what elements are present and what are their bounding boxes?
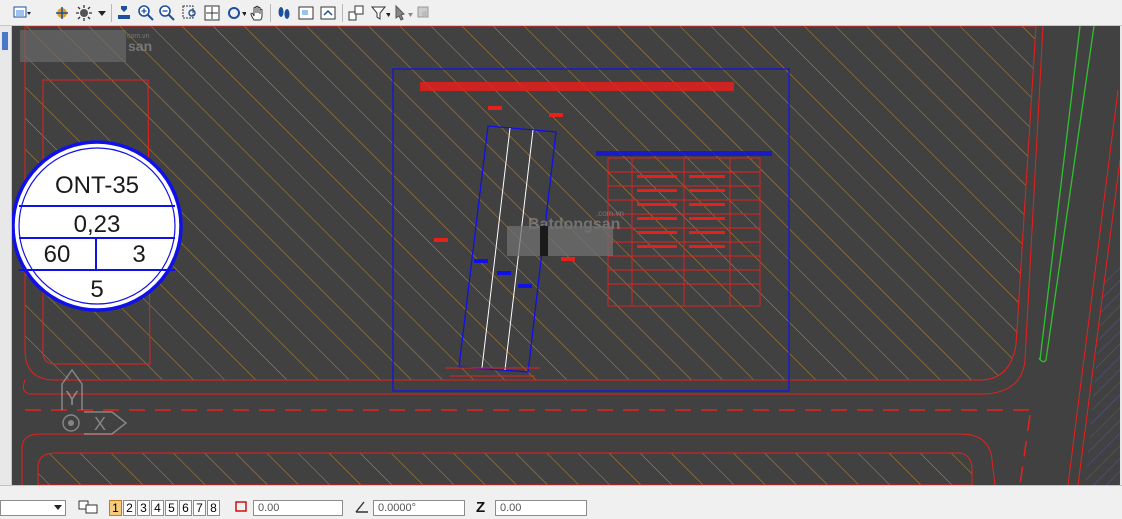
view-7-button[interactable]: 7: [193, 500, 206, 516]
corner-watermark: san: [128, 38, 152, 54]
parcel-bottom-value: 5: [90, 276, 103, 303]
plot-title-bar: [420, 82, 734, 91]
table-header: [596, 151, 772, 156]
views-icon[interactable]: [78, 500, 98, 514]
green-road-line-2: [1038, 26, 1095, 363]
axis-y-label: Y: [65, 388, 78, 410]
rotate-view-icon[interactable]: [226, 3, 246, 23]
blurred-logo: [507, 226, 613, 256]
view-attributes-icon[interactable]: [346, 3, 366, 23]
view-combo[interactable]: [0, 500, 66, 516]
status-bar: 1 2 3 4 5 6 7 8 0.00 0.0000° Z 0.00: [0, 485, 1122, 516]
corner-watermark-sub: com.vn: [127, 33, 150, 40]
distance-icon: [234, 500, 248, 514]
parcel-code: ONT-35: [55, 172, 139, 199]
green-road-line-1: [1039, 26, 1081, 361]
view-4-button[interactable]: 4: [151, 500, 164, 516]
layer-menu-icon[interactable]: [12, 3, 32, 23]
cad-viewport[interactable]: Batdongsan .com.vn san com.vn ONT-35 0,2…: [12, 26, 1120, 485]
lightbulb-icon[interactable]: [74, 3, 94, 23]
measure-icon[interactable]: [414, 3, 434, 23]
zoom-out-icon[interactable]: [157, 3, 177, 23]
parcel-left-value: 60: [44, 241, 71, 268]
pan-hand-icon[interactable]: [248, 3, 268, 23]
footprints-icon[interactable]: [274, 3, 294, 23]
parcel-label-circle: ONT-35 0,23 60 3 5: [12, 140, 183, 312]
z-label: Z: [476, 499, 486, 516]
left-ruler: [0, 26, 12, 485]
main-toolbar: [0, 0, 1122, 26]
lower-parcel: [37, 452, 973, 485]
angle-icon: [354, 500, 368, 514]
view-1-button[interactable]: 1: [109, 500, 122, 516]
z-field[interactable]: 0.00: [495, 500, 587, 516]
view-box-icon[interactable]: [296, 3, 316, 23]
zoom-window-icon[interactable]: [180, 3, 200, 23]
view-3-button[interactable]: 3: [137, 500, 150, 516]
parcel-area: 0,23: [74, 211, 121, 238]
view-5-button[interactable]: 5: [165, 500, 178, 516]
chevron-down-icon: [54, 505, 62, 510]
road-centerline-right: [1019, 414, 1031, 485]
right-hatched-area: [1085, 265, 1120, 485]
corner-watermark-blur: [20, 30, 126, 62]
fit-view-icon[interactable]: [202, 3, 222, 23]
zoom-in-icon[interactable]: [136, 3, 156, 23]
distance-field[interactable]: 0.00: [253, 500, 343, 516]
angle-field[interactable]: 0.0000°: [373, 500, 465, 516]
drawing-canvas[interactable]: Batdongsan .com.vn san com.vn ONT-35 0,2…: [12, 26, 1120, 485]
dropdown-arrow-icon[interactable]: [92, 3, 112, 23]
view-8-button[interactable]: 8: [207, 500, 220, 516]
snap-icon[interactable]: [52, 3, 72, 23]
view-6-button[interactable]: 6: [179, 500, 192, 516]
mask-icon[interactable]: [114, 3, 134, 23]
select-tool-icon[interactable]: [393, 3, 413, 23]
view-2-button[interactable]: 2: [123, 500, 136, 516]
parcel-right-value: 3: [132, 241, 145, 268]
view-previous-icon[interactable]: [318, 3, 338, 23]
fence-filter-icon[interactable]: [370, 3, 390, 23]
axis-x-label: X: [94, 414, 106, 434]
watermark-sub: .com.vn: [596, 209, 624, 218]
